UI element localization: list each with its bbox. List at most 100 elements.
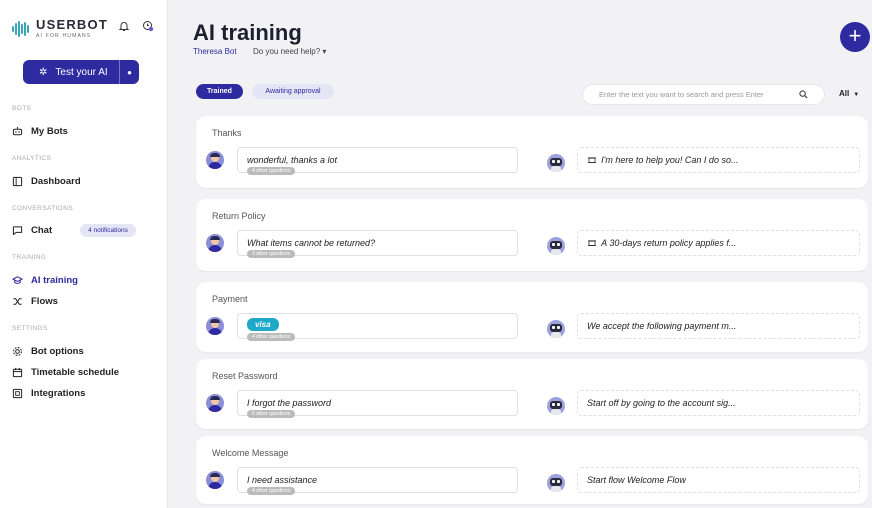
add-training-button[interactable]: + [840, 22, 870, 52]
bot-avatar [547, 320, 565, 338]
sidebar-item-ai-training[interactable]: AI training [12, 275, 162, 286]
visa-logo: visa [247, 318, 279, 331]
user-avatar [206, 317, 224, 335]
page-title: AI training [193, 20, 302, 45]
sidebar-item-timetable[interactable]: Timetable schedule [12, 367, 162, 378]
answer-text: 🎞 I'm here to help you! Can I do so... [587, 155, 738, 165]
answer-label: Start off by going to the account sig... [587, 398, 736, 408]
answer-text: Start flow Welcome Flow [587, 475, 686, 485]
sidebar-item-label: Integrations [31, 388, 86, 399]
other-questions-badge[interactable]: 4 other questions [247, 333, 296, 341]
question-box[interactable]: I need assistance 4 other questions [237, 467, 518, 495]
answer-text: We accept the following payment m... [587, 321, 736, 331]
question-box[interactable]: wonderful, thanks a lot 4 other question… [237, 147, 518, 175]
sidebar-item-flows[interactable]: Flows [12, 296, 162, 307]
sidebar-item-dashboard[interactable]: Dashboard [12, 176, 162, 187]
sidebar-item-label: Dashboard [31, 176, 81, 187]
answer-label: Start flow Welcome Flow [587, 475, 686, 485]
test-your-ai-label: Test your AI [55, 66, 108, 78]
logo-mark-icon [12, 20, 30, 37]
test-options-dot-icon[interactable]: ● [119, 60, 139, 84]
card-title: Welcome Message [212, 448, 289, 458]
tab-awaiting-approval[interactable]: Awaiting approval [252, 84, 334, 99]
training-card[interactable]: Payment visa 4 other questions We accept… [196, 282, 868, 352]
sidebar-item-label: My Bots [31, 126, 68, 137]
help-dropdown[interactable]: Do you need help? ▾ [253, 47, 326, 56]
answer-label: A 30-days return policy applies f... [601, 238, 737, 248]
answer-box[interactable]: 🎞 A 30-days return policy applies f... [577, 230, 860, 256]
other-questions-badge[interactable]: 4 other questions [247, 487, 296, 495]
search-input[interactable] [599, 90, 795, 99]
bot-avatar [547, 474, 565, 492]
question-box[interactable]: visa 4 other questions [237, 313, 518, 341]
calendar-icon [12, 367, 23, 378]
other-questions-badge[interactable]: 4 other questions [247, 167, 296, 175]
film-icon: 🎞 [587, 156, 598, 165]
logo-name: USERBOT [36, 17, 108, 32]
bot-name[interactable]: Theresa Bot [193, 47, 237, 56]
user-avatar [206, 151, 224, 169]
other-questions-badge[interactable]: 6 other questions [247, 410, 296, 418]
bot-avatar [547, 237, 565, 255]
section-settings: SETTINGS [12, 325, 48, 332]
shuffle-icon [13, 298, 22, 305]
filter-value: All [839, 89, 850, 98]
gear-icon [13, 347, 22, 356]
question-text: I need assistance [247, 475, 318, 485]
answer-box[interactable]: Start flow Welcome Flow [577, 467, 860, 493]
card-title: Thanks [212, 128, 242, 138]
search-bar [582, 84, 825, 105]
training-card[interactable]: Reset Password I forgot the password 6 o… [196, 359, 868, 429]
chat-notifications-badge: 4 notifications [80, 224, 136, 237]
logo-tagline: AI FOR HUMANS [36, 33, 92, 39]
bell-icon[interactable] [118, 20, 130, 32]
question-box[interactable]: I forgot the password 6 other questions [237, 390, 518, 418]
section-conversations: CONVERSATIONS [12, 205, 74, 212]
section-training: TRAINING [12, 254, 47, 261]
film-icon: 🎞 [587, 239, 598, 248]
sidebar-item-label: Flows [31, 296, 58, 307]
search-icon[interactable] [799, 90, 808, 99]
dashboard-icon [12, 176, 23, 187]
sidebar-item-label: AI training [31, 275, 78, 286]
card-title: Payment [212, 294, 248, 304]
test-your-ai-button[interactable]: ✲ Test your AI ● [23, 60, 139, 84]
user-avatar [206, 394, 224, 412]
filter-select[interactable]: All ▼ [839, 89, 859, 98]
answer-label: I'm here to help you! Can I do so... [601, 155, 739, 165]
sidebar-item-label: Chat [31, 225, 53, 236]
sidebar-item-label: Bot options [31, 346, 84, 357]
answer-box[interactable]: 🎞 I'm here to help you! Can I do so... [577, 147, 860, 173]
training-card[interactable]: Return Policy What items cannot be retur… [196, 199, 868, 271]
answer-box[interactable]: We accept the following payment m... [577, 313, 860, 339]
answer-box[interactable]: Start off by going to the account sig... [577, 390, 860, 416]
sidebar-item-bot-options[interactable]: Bot options [12, 346, 162, 357]
chat-icon [12, 226, 23, 236]
sidebar-item-my-bots[interactable]: My Bots [12, 126, 162, 137]
question-box[interactable]: What items cannot be returned? 3 other q… [237, 230, 518, 258]
chevron-down-icon: ▼ [853, 92, 860, 98]
logo[interactable]: USERBOT AI FOR HUMANS [12, 18, 108, 39]
user-avatar [206, 471, 224, 489]
card-title: Return Policy [212, 211, 266, 221]
section-analytics: ANALYTICS [12, 155, 52, 162]
integrations-icon [12, 388, 23, 399]
card-title: Reset Password [212, 371, 278, 381]
bot-avatar [547, 154, 565, 172]
tab-trained[interactable]: Trained [196, 84, 243, 99]
question-text: What items cannot be returned? [247, 238, 376, 248]
status-clock-icon[interactable] [142, 20, 154, 32]
sidebar: USERBOT AI FOR HUMANS ✲ Test your AI ● B… [0, 0, 168, 508]
question-text: wonderful, thanks a lot [247, 155, 338, 165]
user-avatar [206, 234, 224, 252]
question-text: I forgot the password [247, 398, 332, 408]
graduation-cap-icon [12, 276, 23, 284]
sidebar-item-chat[interactable]: Chat 4 notifications [12, 224, 162, 237]
sidebar-item-integrations[interactable]: Integrations [12, 388, 162, 399]
sparkle-icon: ✲ [39, 66, 48, 78]
training-card[interactable]: Thanks wonderful, thanks a lot 4 other q… [196, 116, 868, 188]
training-card[interactable]: Welcome Message I need assistance 4 othe… [196, 436, 868, 504]
section-bots: BOTS [12, 105, 32, 112]
other-questions-badge[interactable]: 3 other questions [247, 250, 296, 258]
answer-label: We accept the following payment m... [587, 321, 737, 331]
